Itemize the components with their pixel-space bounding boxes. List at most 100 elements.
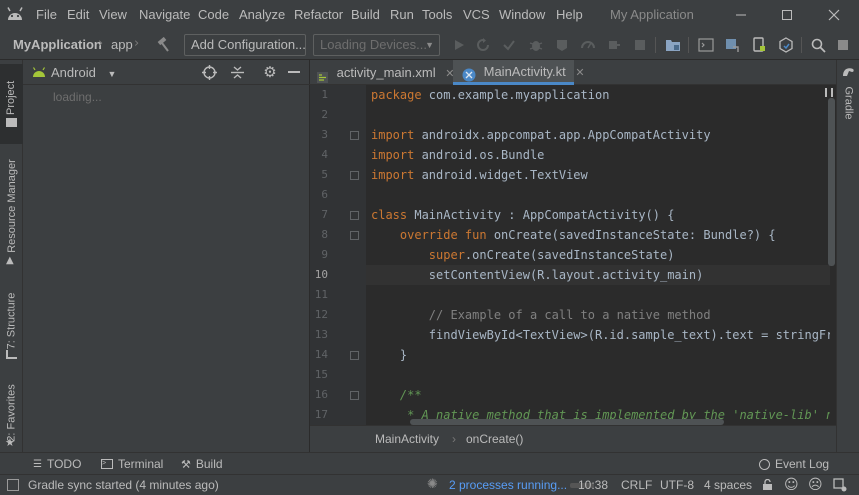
search-icon[interactable] <box>809 36 827 54</box>
code-line[interactable]: // Example of a call to a native method <box>366 305 830 325</box>
tab-resource-manager[interactable]: Resource Manager <box>0 148 23 263</box>
hide-panel-icon[interactable] <box>288 71 300 73</box>
code-line[interactable]: class MainActivity : AppCompatActivity()… <box>366 205 830 225</box>
menu-edit[interactable]: Edit <box>67 7 89 22</box>
menu-view[interactable]: View <box>99 7 127 22</box>
code-line[interactable]: import android.widget.TextView <box>366 165 830 185</box>
run-icon[interactable] <box>450 36 468 54</box>
tab-gradle[interactable]: Gradle <box>837 78 859 128</box>
code-line[interactable]: findViewById<TextView>(R.id.sample_text)… <box>366 325 830 345</box>
indent-setting[interactable]: 4 spaces <box>704 478 752 492</box>
code-area[interactable]: package com.example.myapplication import … <box>366 85 830 425</box>
hammer-icon[interactable] <box>154 36 172 54</box>
tab-favorites-label: 2: Favorites <box>5 384 18 442</box>
menu-refactor[interactable]: Refactor <box>294 7 343 22</box>
tab-todo[interactable]: ☰ TODO <box>33 457 81 471</box>
code-token: override fun <box>371 228 494 242</box>
maximize-icon[interactable] <box>764 0 810 30</box>
fold-marker-icon[interactable] <box>350 211 359 220</box>
fold-marker-icon[interactable] <box>350 391 359 400</box>
rerun-icon[interactable] <box>474 36 492 54</box>
attach-debugger-icon[interactable] <box>605 36 623 54</box>
debug-icon[interactable] <box>527 36 545 54</box>
line-separator[interactable]: CRLF <box>621 478 652 492</box>
project-view-select[interactable]: Android ▼ <box>51 65 116 80</box>
breadcrumb-module[interactable]: app <box>111 37 133 52</box>
caret-position[interactable]: 10:38 <box>578 478 608 492</box>
file-encoding[interactable]: UTF-8 <box>660 478 694 492</box>
fold-marker-icon[interactable] <box>350 131 359 140</box>
tab-build[interactable]: ⚒ Build <box>181 457 223 471</box>
device-select[interactable]: Loading Devices... ▼ <box>313 34 440 56</box>
coverage-icon[interactable] <box>553 36 571 54</box>
collapse-all-icon[interactable] <box>230 65 245 80</box>
tab-event-log[interactable]: Event Log <box>759 457 829 471</box>
tab-activity-main-xml[interactable]: activity_main.xml ✕ <box>310 60 454 85</box>
menu-vcs[interactable]: VCS <box>463 7 490 22</box>
close-icon[interactable] <box>811 0 857 30</box>
code-line[interactable] <box>366 285 830 305</box>
code-line[interactable]: package com.example.myapplication <box>366 85 830 105</box>
breadcrumb-project[interactable]: MyApplication <box>13 37 102 52</box>
status-message[interactable]: Gradle sync started (4 minutes ago) <box>28 478 219 492</box>
code-token: // Example of a call to a native method <box>371 308 711 322</box>
chevron-right-icon: › <box>134 36 140 51</box>
tab-structure[interactable]: 7: Structure <box>0 286 23 356</box>
tab-terminal[interactable]: > Terminal <box>101 457 163 471</box>
code-line[interactable] <box>366 185 830 205</box>
code-line[interactable]: } <box>366 345 830 365</box>
code-line[interactable] <box>366 105 830 125</box>
menu-window[interactable]: Window <box>499 7 545 22</box>
code-line[interactable]: import androidx.appcompat.app.AppCompatA… <box>366 125 830 145</box>
sdk-manager-icon[interactable] <box>777 36 795 54</box>
processes-running-link[interactable]: 2 processes running... <box>449 478 567 492</box>
tab-project[interactable]: 1: Project <box>0 64 23 144</box>
terminal-window-icon[interactable] <box>697 36 715 54</box>
menu-file[interactable]: File <box>36 7 57 22</box>
locate-icon[interactable] <box>202 65 217 80</box>
menu-build[interactable]: Build <box>351 7 380 22</box>
reader-mode-icon[interactable] <box>825 88 833 97</box>
tab-mainactivity-kt[interactable]: MainActivity.kt ✕ <box>453 60 585 85</box>
fold-marker-icon[interactable] <box>350 231 359 240</box>
line-number: 14 <box>314 348 328 361</box>
profile-icon[interactable] <box>579 36 597 54</box>
project-structure-icon[interactable] <box>664 36 682 54</box>
close-tab-icon[interactable]: ✕ <box>575 67 584 79</box>
notifications-icon[interactable] <box>833 478 847 492</box>
code-line[interactable]: /** <box>366 385 830 405</box>
menu-run[interactable]: Run <box>390 7 414 22</box>
code-line[interactable]: import android.os.Bundle <box>366 145 830 165</box>
tab-label: activity_main.xml <box>336 65 436 80</box>
code-token: setContentView(R.layout.activity_main) <box>371 268 704 282</box>
breadcrumb-class[interactable]: MainActivity <box>375 432 439 446</box>
code-line[interactable]: override fun onCreate(savedInstanceState… <box>366 225 830 245</box>
code-line[interactable] <box>366 365 830 385</box>
lock-icon[interactable] <box>762 478 773 490</box>
code-line[interactable]: super.onCreate(savedInstanceState) <box>366 245 830 265</box>
stop-icon[interactable] <box>631 36 649 54</box>
code-line[interactable]: setContentView(R.layout.activity_main) <box>366 265 830 285</box>
menu-navigate[interactable]: Navigate <box>139 7 190 22</box>
sad-icon[interactable]: ☹ <box>808 477 823 493</box>
gear-icon[interactable]: ⚙ <box>262 64 278 80</box>
line-number: 3 <box>321 128 328 141</box>
minimize-icon[interactable] <box>718 0 764 30</box>
menu-analyze[interactable]: Analyze <box>239 7 285 22</box>
fold-marker-icon[interactable] <box>350 351 359 360</box>
breadcrumb-method[interactable]: onCreate() <box>466 432 523 446</box>
apply-changes-icon[interactable] <box>500 36 518 54</box>
add-configuration-button[interactable]: Add Configuration... <box>184 34 306 56</box>
menu-code[interactable]: Code <box>198 7 229 22</box>
editor-tabs: activity_main.xml ✕ MainActivity.kt ✕ <box>310 60 836 85</box>
sync-project-icon[interactable] <box>723 36 741 54</box>
avd-manager-icon[interactable] <box>750 36 768 54</box>
stop-build-icon[interactable] <box>834 36 852 54</box>
code-token: android.widget.TextView <box>421 168 588 182</box>
menu-tools[interactable]: Tools <box>422 7 452 22</box>
vertical-scrollbar[interactable] <box>828 98 835 266</box>
status-panel-icon[interactable] <box>7 479 19 491</box>
fold-marker-icon[interactable] <box>350 171 359 180</box>
menu-help[interactable]: Help <box>556 7 583 22</box>
smile-icon[interactable]: ☺ <box>784 477 799 493</box>
